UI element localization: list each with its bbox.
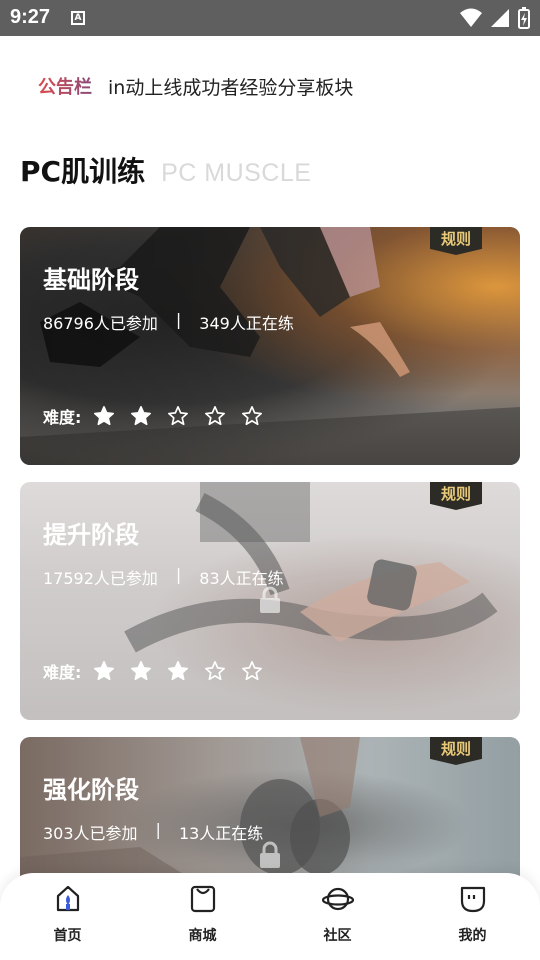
section-title: PC肌训练 PC MUSCLE	[20, 150, 311, 190]
card-title: 基础阶段	[43, 266, 139, 294]
stats-separator: |	[155, 820, 161, 839]
section-title-cn: PC肌训练	[20, 155, 146, 188]
card-stats: 17592人已参加 | 83人正在练	[43, 565, 284, 589]
shop-bag-icon	[190, 885, 215, 913]
participants-count: 86796人已参加	[43, 314, 158, 333]
difficulty-label: 难度:	[43, 408, 82, 427]
difficulty-label: 难度:	[43, 663, 82, 682]
participants-count: 17592人已参加	[43, 569, 158, 588]
difficulty-rating: 难度:	[43, 404, 278, 428]
star-filled-icon	[131, 661, 152, 681]
star-filled-icon	[168, 661, 189, 681]
active-count: 13人正在练	[178, 824, 264, 843]
nav-item-community[interactable]: 社区	[270, 873, 405, 960]
card-title: 提升阶段	[43, 521, 139, 549]
bottom-nav: 首页 商城 社区 我的	[0, 873, 540, 960]
nav-label: 商城	[188, 928, 217, 944]
difficulty-rating: 难度:	[43, 659, 278, 683]
stats-separator: |	[175, 565, 182, 584]
signal-icon	[491, 9, 509, 27]
nav-label: 社区	[323, 928, 352, 944]
stage-card-advanced[interactable]: 规则 提升阶段 17592人已参加 | 83人正在练 难度:	[20, 482, 520, 720]
active-count: 349人正在练	[199, 314, 294, 333]
status-time: 9:27	[10, 6, 51, 28]
planet-icon	[321, 887, 354, 911]
lock-icon	[260, 841, 280, 868]
active-count: 83人正在练	[199, 569, 284, 588]
status-bar: 9:27 A	[0, 0, 540, 36]
notice-logo: 公告栏	[38, 77, 92, 97]
nav-item-shop[interactable]: 商城	[135, 873, 270, 960]
star-empty-icon	[205, 406, 226, 426]
status-icons	[460, 7, 530, 29]
card-title: 强化阶段	[43, 776, 139, 804]
card-stats: 86796人已参加 | 349人正在练	[43, 310, 294, 334]
star-filled-icon	[94, 661, 115, 681]
nav-label: 首页	[53, 928, 82, 944]
nav-item-profile[interactable]: 我的	[405, 873, 540, 960]
card-stats: 303人已参加 | 13人正在练	[43, 820, 263, 844]
star-filled-icon	[131, 406, 152, 426]
participants-count: 303人已参加	[43, 824, 138, 843]
notice-bar[interactable]: 公告栏 in动上线成功者经验分享板块	[38, 66, 353, 106]
lock-icon	[260, 586, 280, 613]
notification-icon: A	[71, 11, 85, 25]
wifi-icon	[460, 8, 482, 27]
section-title-en: PC MUSCLE	[161, 159, 312, 187]
star-empty-icon	[242, 661, 263, 681]
profile-icon	[460, 886, 485, 913]
notice-text[interactable]: in动上线成功者经验分享板块	[108, 73, 353, 100]
star-filled-icon	[94, 406, 115, 426]
battery-icon	[518, 7, 530, 29]
star-empty-icon	[168, 406, 189, 426]
stage-card-basic[interactable]: 规则 基础阶段 86796人已参加 | 349人正在练 难度:	[20, 227, 520, 465]
nav-label: 我的	[458, 928, 487, 944]
home-icon	[56, 885, 79, 912]
stats-separator: |	[175, 310, 182, 329]
nav-item-home[interactable]: 首页	[0, 873, 135, 960]
star-empty-icon	[205, 661, 226, 681]
star-empty-icon	[242, 406, 263, 426]
